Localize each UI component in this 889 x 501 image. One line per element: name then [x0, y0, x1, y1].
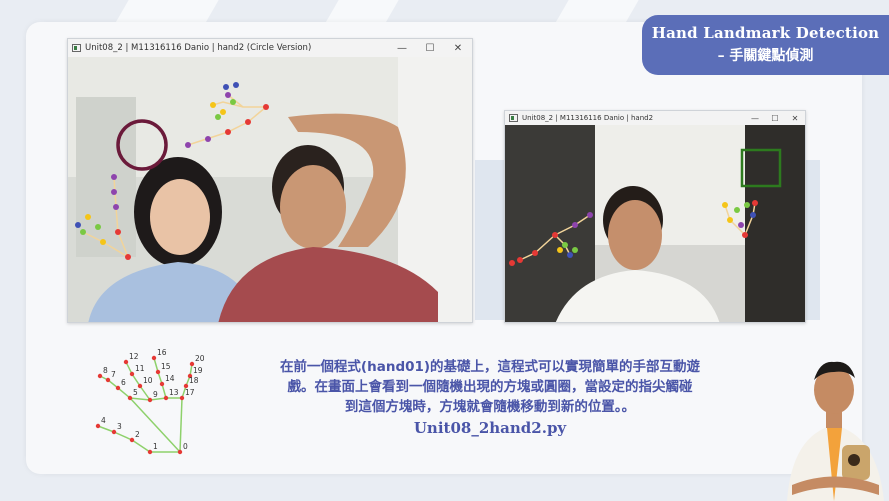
description-line-3: 到這個方塊時，方塊就會隨機移動到新的位置。。	[344, 399, 636, 415]
hand-connection-line	[97, 425, 115, 433]
camera-frame	[505, 125, 805, 322]
hand-connection-line	[117, 387, 131, 399]
hand-landmark-point	[123, 359, 129, 365]
hand-landmark-point	[147, 397, 153, 403]
hand-landmark-label: 15	[161, 362, 171, 371]
hand-landmark-label: 4	[101, 416, 106, 425]
hand-landmark-point	[159, 381, 165, 387]
maximize-button[interactable]: ☐	[765, 114, 785, 123]
camera-view	[505, 125, 805, 322]
description-line-2: 戲。在畫面上會看到一個隨機出現的方塊或圓圈，當設定的指尖觸碰	[287, 379, 693, 395]
window-titlebar[interactable]: Unit08_2 | M11316116 Danio | hand2 — ☐ ✕	[505, 111, 805, 125]
hand-landmark-point	[127, 395, 133, 401]
opencv-window-icon	[509, 114, 518, 122]
hand-landmark-label: 2	[135, 430, 140, 439]
title-line-1: Hand Landmark Detection	[651, 24, 880, 42]
person-man-face	[280, 165, 346, 249]
hand-landmark-point	[129, 437, 135, 443]
filename-label: Unit08_2hand2.py	[413, 419, 567, 437]
hand-landmark-label: 17	[185, 388, 195, 397]
presenter-photo	[787, 361, 884, 501]
hand-landmark-point	[177, 449, 183, 455]
hand-landmark-point	[163, 395, 169, 401]
hand-landmark-point	[147, 449, 153, 455]
hand-connection-line	[113, 431, 133, 441]
hand-landmark-diagram: 01234567891011121314151617181920	[95, 348, 205, 455]
hand-landmark-label: 10	[143, 376, 153, 385]
hand-landmark-label: 6	[121, 378, 126, 387]
minimize-button[interactable]: —	[745, 114, 765, 123]
minimize-button[interactable]: —	[388, 43, 416, 54]
hand-landmark-point	[179, 395, 185, 401]
window-titlebar[interactable]: Unit08_2 | M11316116 Danio | hand2 (Circ…	[68, 39, 472, 57]
window-title: Unit08_2 | M11316116 Danio | hand2 (Circ…	[85, 43, 312, 53]
person-man-face	[608, 200, 662, 270]
hand-landmark-label: 0	[183, 442, 188, 451]
hand-connection-line	[179, 397, 183, 453]
hand-landmark-label: 11	[135, 364, 145, 373]
camera-window-circle[interactable]: Unit08_2 | M11316116 Danio | hand2 (Circ…	[67, 38, 473, 323]
close-button[interactable]: ✕	[785, 114, 805, 123]
hand-landmark-point	[155, 369, 161, 375]
hand-landmark-label: 7	[111, 370, 116, 379]
opencv-window-icon	[72, 44, 81, 52]
window-title: Unit08_2 | M11316116 Danio | hand2	[522, 114, 654, 122]
hand-landmark-label: 13	[169, 388, 179, 397]
hand-landmark-label: 14	[165, 374, 175, 383]
hand-landmark-label: 1	[153, 442, 158, 451]
close-button[interactable]: ✕	[444, 43, 472, 54]
hand-landmark-point	[129, 371, 135, 377]
description-text: 在前一個程式(hand01)的基礎上，這程式可以實現簡單的手部互動遊 戲。在畫面…	[220, 357, 760, 438]
hand-landmark-point	[151, 355, 157, 361]
camera-window-square[interactable]: Unit08_2 | M11316116 Danio | hand2 — ☐ ✕	[504, 110, 806, 323]
hand-landmark-label: 5	[133, 388, 138, 397]
title-line-2: – 手關鍵點偵測	[717, 48, 814, 64]
hand-landmark-point	[115, 385, 121, 391]
hand-landmark-label: 20	[195, 354, 205, 363]
hand-connection-line	[129, 397, 151, 401]
maximize-button[interactable]: ☐	[416, 43, 444, 54]
description-line-1: 在前一個程式(hand01)的基礎上，這程式可以實現簡單的手部互動遊	[279, 359, 701, 375]
hand-connection-line	[139, 385, 151, 401]
hand-landmark-label: 12	[129, 352, 139, 361]
camera-view	[68, 57, 472, 322]
person-girl-face	[150, 179, 210, 255]
hand-landmark-point	[111, 429, 117, 435]
hand-landmark-point	[95, 423, 101, 429]
hand-landmark-label: 9	[153, 390, 158, 399]
hand-landmark-point	[105, 377, 111, 383]
hand-landmark-point	[137, 383, 143, 389]
camera-frame	[68, 57, 472, 322]
hand-landmark-label: 8	[103, 366, 108, 375]
hand-landmark-label: 19	[193, 366, 203, 375]
hand-landmark-label: 16	[157, 348, 167, 357]
hand-landmark-label: 3	[117, 422, 122, 431]
hand-landmark-label: 18	[189, 376, 199, 385]
hand-connection-line	[131, 439, 151, 453]
hand-landmark-point	[97, 373, 103, 379]
title-badge: Hand Landmark Detection – 手關鍵點偵測	[642, 15, 889, 75]
